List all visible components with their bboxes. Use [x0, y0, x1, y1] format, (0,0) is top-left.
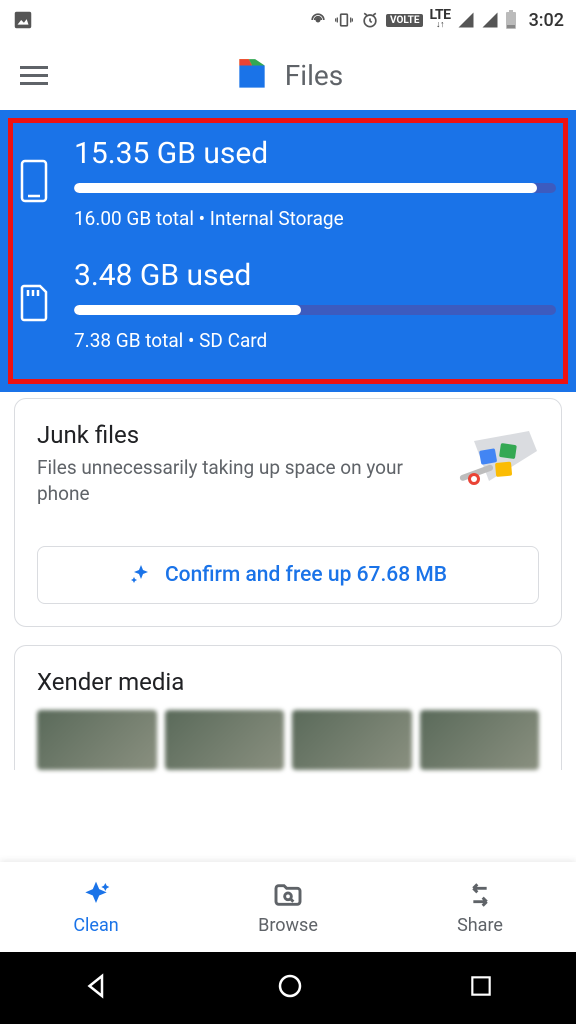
sd-progress-fill [74, 305, 301, 315]
app-title: Files [285, 59, 343, 92]
sparkle-icon [129, 563, 153, 587]
bottom-nav: Clean Browse Share [0, 862, 576, 952]
sd-sub-label: 7.38 GB total • SD Card [74, 329, 556, 352]
storage-panel: 15.35 GB used 16.00 GB total • Internal … [0, 110, 576, 392]
clean-icon [80, 879, 112, 911]
picture-icon [12, 9, 34, 31]
system-nav [0, 952, 576, 1024]
volte-badge: VOLTE [386, 14, 424, 27]
home-button[interactable] [275, 971, 305, 1005]
confirm-free-button[interactable]: Confirm and free up 67.68 MB [37, 546, 539, 604]
nav-share-label: Share [457, 915, 503, 936]
xender-title: Xender media [37, 668, 539, 696]
junk-files-card: Junk files Files unnecessarily taking up… [14, 398, 562, 627]
internal-used-label: 15.35 GB used [74, 136, 556, 171]
app-bar: Files [0, 40, 576, 110]
vibrate-icon [334, 10, 354, 30]
junk-subtitle: Files unnecessarily taking up space on y… [37, 455, 435, 506]
signal-icon [457, 11, 475, 29]
signal-icon [481, 11, 499, 29]
junk-title: Junk files [37, 421, 435, 449]
media-thumb[interactable] [37, 710, 157, 770]
nav-browse-label: Browse [258, 915, 318, 936]
back-button[interactable] [82, 971, 112, 1005]
hotspot-icon [308, 10, 328, 30]
battery-icon [505, 10, 517, 30]
xender-media-card: Xender media [14, 645, 562, 770]
files-app-icon [233, 56, 271, 94]
media-thumb[interactable] [292, 710, 412, 770]
lte-indicator: LTE↓↑ [429, 10, 450, 30]
internal-progress [74, 183, 556, 193]
nav-clean[interactable]: Clean [0, 862, 192, 952]
alarm-icon [360, 10, 380, 30]
share-icon [464, 879, 496, 911]
confirm-label: Confirm and free up 67.68 MB [165, 563, 447, 587]
recent-button[interactable] [468, 973, 494, 1003]
media-thumb[interactable] [420, 710, 540, 770]
sd-used-label: 3.48 GB used [74, 258, 556, 293]
status-clock: 3:02 [529, 10, 564, 31]
phone-icon [20, 159, 48, 203]
browse-icon [272, 879, 304, 911]
sd-card-icon [20, 284, 50, 322]
internal-progress-fill [74, 183, 537, 193]
internal-storage-row[interactable]: 15.35 GB used 16.00 GB total • Internal … [20, 136, 556, 230]
sd-storage-row[interactable]: 3.48 GB used 7.38 GB total • SD Card [20, 258, 556, 352]
internal-sub-label: 16.00 GB total • Internal Storage [74, 207, 556, 230]
media-thumb[interactable] [165, 710, 285, 770]
nav-browse[interactable]: Browse [192, 862, 384, 952]
dustpan-icon [449, 421, 539, 505]
nav-share[interactable]: Share [384, 862, 576, 952]
sd-progress [74, 305, 556, 315]
status-bar: VOLTE LTE↓↑ 3:02 [0, 0, 576, 40]
nav-clean-label: Clean [73, 915, 118, 936]
